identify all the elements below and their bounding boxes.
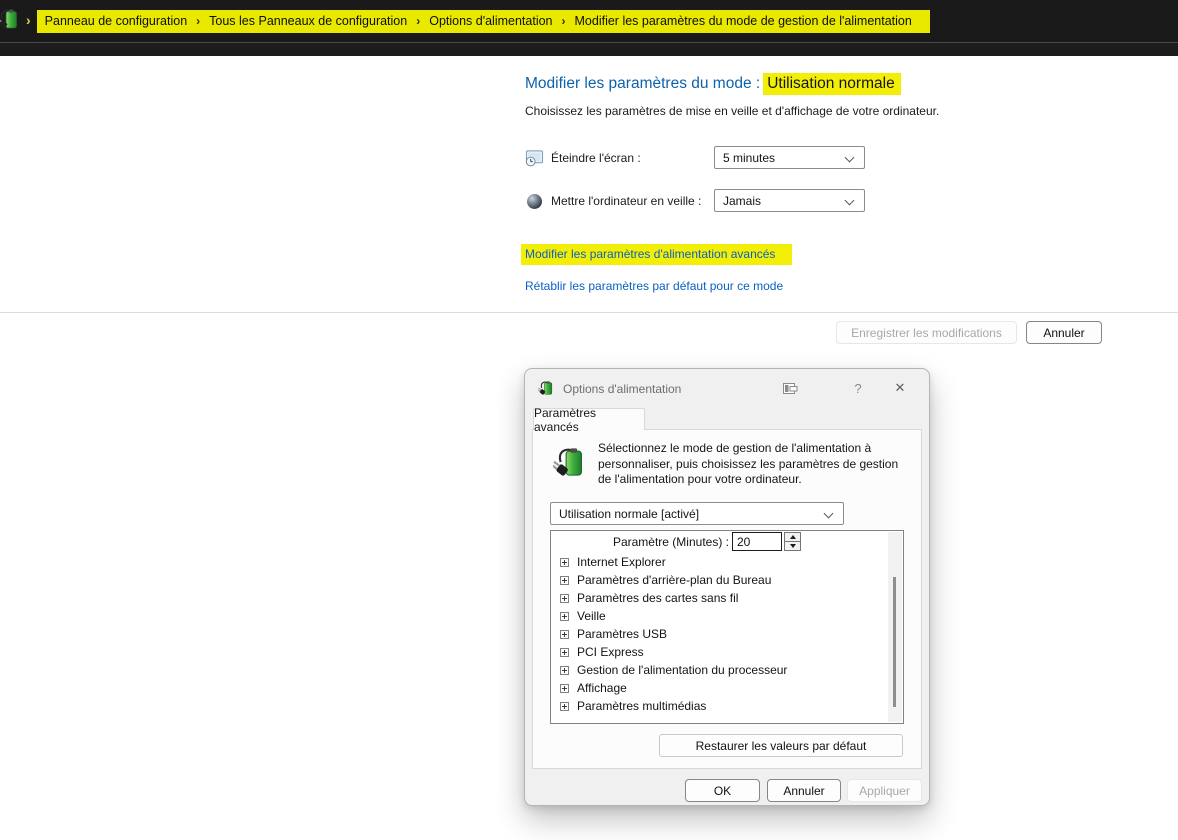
- restore-defaults-button[interactable]: Restaurer les valeurs par défaut: [659, 734, 903, 757]
- page-title-prefix: Modifier les paramètres du mode :: [525, 75, 760, 92]
- sleep-row: Mettre l'ordinateur en veille :: [524, 188, 701, 214]
- display-clock-icon: [524, 148, 544, 168]
- dialog-cancel-button[interactable]: Annuler: [767, 779, 841, 802]
- chevron-right-icon: ›: [26, 12, 31, 28]
- dialog-title: Options d'alimentation: [563, 382, 681, 396]
- settings-tree: Internet Explorer Paramètres d'arrière-p…: [551, 553, 888, 715]
- breadcrumb-item-control-panel[interactable]: Panneau de configuration: [45, 14, 187, 28]
- sleep-label: Mettre l'ordinateur en veille :: [551, 194, 701, 208]
- breadcrumb: Panneau de configuration › Tous les Pann…: [37, 10, 930, 33]
- tree-item-internet-explorer[interactable]: Internet Explorer: [551, 553, 888, 571]
- tree-item-desktop-background[interactable]: Paramètres d'arrière-plan du Bureau: [551, 571, 888, 589]
- sleep-value: Jamais: [723, 194, 761, 208]
- chevron-down-icon: [824, 509, 834, 519]
- expand-plus-icon[interactable]: [560, 684, 569, 693]
- plan-name-highlight: Utilisation normale: [763, 73, 901, 95]
- tree-item-sleep[interactable]: Veille: [551, 607, 888, 625]
- chevron-right-icon: ›: [562, 14, 566, 28]
- triangle-down-icon: [790, 544, 796, 548]
- close-icon[interactable]: ✕: [881, 377, 919, 399]
- plan-select-value: Utilisation normale [activé]: [559, 507, 699, 521]
- toolbar-strip: [0, 43, 1178, 55]
- advanced-settings-link[interactable]: Modifier les paramètres d'alimentation a…: [521, 244, 792, 265]
- tab-advanced-settings[interactable]: Paramètres avancés: [533, 408, 645, 430]
- chevron-right-icon: ›: [416, 14, 420, 28]
- screen-off-select[interactable]: 5 minutes: [714, 146, 865, 169]
- help-button[interactable]: ?: [847, 377, 869, 399]
- page-subtitle: Choisissez les paramètres de mise en vei…: [525, 104, 939, 118]
- dialog-tab-page: Sélectionnez le mode de gestion de l'ali…: [532, 429, 922, 769]
- expand-plus-icon[interactable]: [560, 594, 569, 603]
- expand-plus-icon[interactable]: [560, 666, 569, 675]
- chevron-right-icon: ›: [196, 14, 200, 28]
- tree-item-usb-settings[interactable]: Paramètres USB: [551, 625, 888, 643]
- stepper-down-button[interactable]: [785, 542, 800, 550]
- power-plan-battery-icon: [538, 379, 555, 402]
- chevron-down-icon: [845, 196, 855, 206]
- battery-meter-icon: [783, 381, 798, 399]
- expand-plus-icon[interactable]: [560, 702, 569, 711]
- stepper-up-button[interactable]: [785, 533, 800, 542]
- dialog-description: Sélectionnez le mode de gestion de l'ali…: [598, 441, 903, 488]
- expand-plus-icon[interactable]: [560, 630, 569, 639]
- param-minutes-label: Paramètre (Minutes) :: [551, 535, 729, 549]
- cancel-button[interactable]: Annuler: [1026, 321, 1102, 344]
- save-changes-button[interactable]: Enregistrer les modifications: [836, 321, 1017, 344]
- expand-plus-icon[interactable]: [560, 558, 569, 567]
- content-divider: [0, 312, 1178, 313]
- tree-item-multimedia[interactable]: Paramètres multimédias: [551, 697, 888, 715]
- expand-plus-icon[interactable]: [560, 612, 569, 621]
- sleep-select[interactable]: Jamais: [714, 189, 865, 212]
- param-minutes-input[interactable]: [732, 532, 782, 551]
- listbox-scrollbar[interactable]: [888, 532, 902, 722]
- plan-select[interactable]: Utilisation normale [activé]: [550, 502, 844, 525]
- tree-item-processor-power[interactable]: Gestion de l'alimentation du processeur: [551, 661, 888, 679]
- tree-item-wireless-adapters[interactable]: Paramètres des cartes sans fil: [551, 589, 888, 607]
- restore-defaults-link[interactable]: Rétablir les paramètres par défaut pour …: [525, 279, 783, 293]
- breadcrumb-item-power-options[interactable]: Options d'alimentation: [429, 14, 552, 28]
- chevron-down-icon: [845, 153, 855, 163]
- triangle-up-icon: [790, 535, 796, 539]
- screen-off-row: Éteindre l'écran :: [524, 145, 641, 171]
- page-title: Modifier les paramètres du mode :Utilisa…: [525, 75, 901, 93]
- apply-button[interactable]: Appliquer: [847, 779, 922, 802]
- scrollbar-thumb[interactable]: [893, 577, 896, 707]
- tree-item-pci-express[interactable]: PCI Express: [551, 643, 888, 661]
- address-bar: › Panneau de configuration › Tous les Pa…: [0, 0, 1178, 43]
- screen-off-value: 5 minutes: [723, 151, 775, 165]
- screen-off-label: Éteindre l'écran :: [551, 151, 641, 165]
- expand-plus-icon[interactable]: [560, 576, 569, 585]
- expand-plus-icon[interactable]: [560, 648, 569, 657]
- advanced-settings-link-wrap: Modifier les paramètres d'alimentation a…: [521, 247, 792, 261]
- breadcrumb-item-edit-plan[interactable]: Modifier les paramètres du mode de gesti…: [575, 14, 912, 28]
- power-plan-battery-icon: [0, 6, 21, 37]
- power-plan-battery-icon: [553, 444, 588, 485]
- tree-item-display[interactable]: Affichage: [551, 679, 888, 697]
- breadcrumb-item-all-panels[interactable]: Tous les Panneaux de configuration: [209, 14, 407, 28]
- sleep-sphere-icon: [524, 191, 544, 211]
- explorer-top-bar: › Panneau de configuration › Tous les Pa…: [0, 0, 1178, 56]
- advanced-settings-listbox: Paramètre (Minutes) : Internet Explorer …: [550, 530, 904, 724]
- power-options-dialog: Options d'alimentation ? ✕ Paramètres av…: [524, 368, 930, 806]
- param-minutes-stepper: [784, 532, 801, 551]
- ok-button[interactable]: OK: [685, 779, 760, 802]
